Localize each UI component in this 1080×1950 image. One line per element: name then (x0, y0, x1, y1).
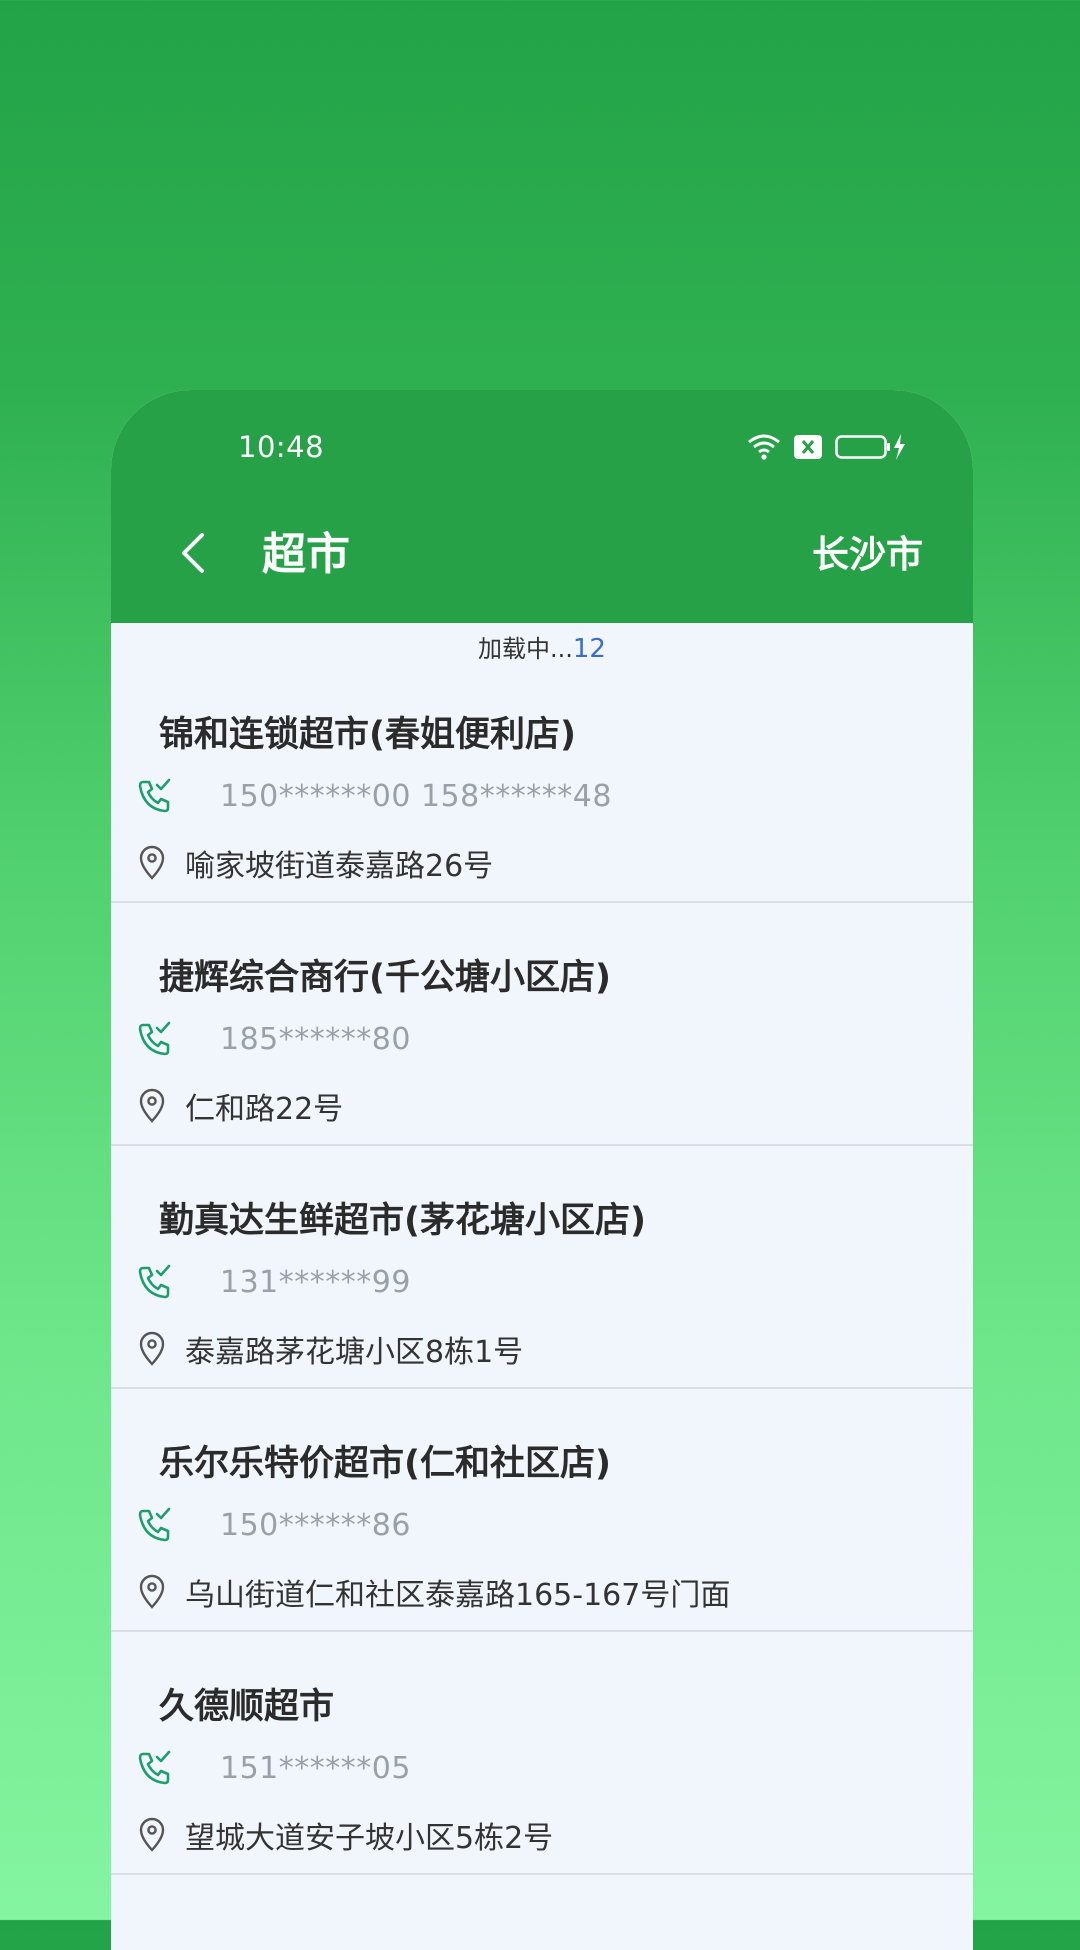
loading-text: 加载中... (478, 635, 573, 663)
store-phones[interactable]: 150******00 158******48 (220, 779, 612, 814)
back-arrow-icon (178, 531, 208, 579)
store-phones[interactable]: 150******86 (220, 1508, 411, 1543)
store-name: 捷辉综合商行(千公塘小区店) (159, 958, 611, 998)
status-icons (747, 432, 907, 462)
phone-call-icon (138, 1021, 171, 1056)
store-list-item[interactable]: 乐尔乐特价超市(仁和社区店) 150******86 乌山街道仁和社区泰嘉路16… (111, 1389, 973, 1632)
store-name: 锦和连锁超市(春姐便利店) (159, 715, 576, 755)
store-address: 望城大道安子坡小区5栋2号 (185, 1821, 554, 1856)
phone-row[interactable]: 150******86 (135, 1503, 411, 1547)
wifi-icon (747, 433, 781, 461)
page-title: 超市 (262, 529, 350, 580)
store-address: 泰嘉路茅花塘小区8栋1号 (185, 1335, 524, 1370)
address-row: 仁和路22号 (137, 1084, 343, 1128)
phone-call-icon (138, 778, 171, 813)
phone-row[interactable]: 151******05 (135, 1746, 411, 1790)
app-bar: 10:48 超市 长沙市 (111, 390, 973, 623)
city-selector[interactable]: 长沙市 (812, 525, 923, 585)
location-pin-icon (139, 1088, 165, 1123)
location-pin-icon (139, 1817, 165, 1852)
sim-disabled-icon (793, 434, 823, 460)
status-time: 10:48 (238, 430, 325, 464)
address-row: 喻家坡街道泰嘉路26号 (137, 841, 493, 885)
store-name: 勤真达生鲜超市(茅花塘小区店) (159, 1201, 646, 1241)
phone-frame: 10:48 超市 长沙市 加载中...12 锦和连锁超市(春姐便利店) 150*… (111, 390, 973, 1950)
phone-call-icon (138, 1507, 171, 1542)
store-phones[interactable]: 131******99 (220, 1265, 411, 1300)
phone-call-icon (138, 1750, 171, 1785)
store-list-item[interactable]: 捷辉综合商行(千公塘小区店) 185******80 仁和路22号 (111, 903, 973, 1146)
phone-row[interactable]: 150******00 158******48 (135, 774, 612, 818)
store-phones[interactable]: 151******05 (220, 1751, 411, 1786)
store-list-item[interactable]: 锦和连锁超市(春姐便利店) 150******00 158******48 喻家… (111, 660, 973, 903)
store-list-item[interactable]: 勤真达生鲜超市(茅花塘小区店) 131******99 泰嘉路茅花塘小区8栋1号 (111, 1146, 973, 1389)
phone-row[interactable]: 131******99 (135, 1260, 411, 1304)
back-button[interactable] (163, 525, 223, 585)
address-row: 泰嘉路茅花塘小区8栋1号 (137, 1327, 523, 1371)
store-list-item[interactable]: 久德顺超市 151******05 望城大道安子坡小区5栋2号 (111, 1632, 973, 1875)
location-pin-icon (139, 1574, 165, 1609)
phone-call-icon (138, 1264, 171, 1299)
store-address: 仁和路22号 (185, 1092, 344, 1127)
phone-row[interactable]: 185******80 (135, 1017, 411, 1061)
address-row: 乌山街道仁和社区泰嘉路165-167号门面 (137, 1570, 730, 1614)
store-address: 乌山街道仁和社区泰嘉路165-167号门面 (185, 1578, 731, 1613)
store-name: 久德顺超市 (159, 1687, 335, 1727)
battery-charging-icon (835, 433, 907, 461)
store-name: 乐尔乐特价超市(仁和社区店) (159, 1444, 611, 1484)
store-address: 喻家坡街道泰嘉路26号 (185, 849, 494, 884)
location-pin-icon (139, 845, 165, 880)
store-phones[interactable]: 185******80 (220, 1022, 411, 1057)
location-pin-icon (139, 1331, 165, 1366)
address-row: 望城大道安子坡小区5栋2号 (137, 1813, 553, 1857)
